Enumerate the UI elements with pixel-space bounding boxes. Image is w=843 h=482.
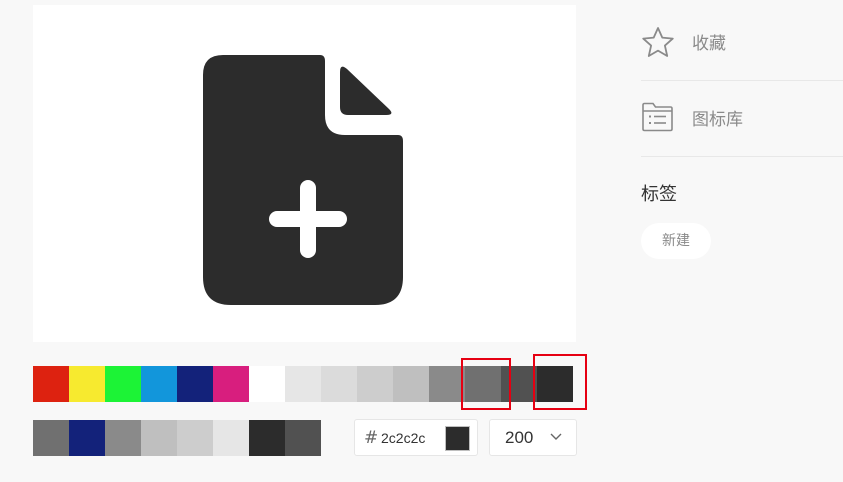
icon-library-item[interactable]: 图标库 [641,81,843,157]
recent-colors [33,420,321,456]
color-swatch[interactable] [141,366,177,402]
tags-heading: 标签 [641,184,677,205]
size-select[interactable]: 200 [489,419,577,456]
size-value: 200 [505,428,534,447]
color-swatch[interactable] [501,366,537,402]
folder-list-icon [642,102,673,132]
recent-color-swatch[interactable] [105,420,141,456]
star-icon [642,27,674,57]
current-color-swatch[interactable] [445,426,470,451]
favorite-item[interactable]: 收藏 [641,5,843,81]
recent-color-swatch[interactable] [33,420,69,456]
recent-color-swatch[interactable] [249,420,285,456]
color-swatch[interactable] [105,366,141,402]
file-add-icon [203,55,403,305]
hash-symbol: # [364,428,379,448]
color-swatch[interactable] [393,366,429,402]
recent-color-swatch[interactable] [177,420,213,456]
icon-library-label: 图标库 [692,110,743,130]
color-swatch[interactable] [429,366,465,402]
color-swatch[interactable] [321,366,357,402]
color-hex-input[interactable]: # 2c2c2c [354,419,478,456]
color-palette [33,366,573,402]
color-swatch[interactable] [177,366,213,402]
chevron-down-icon [550,433,562,440]
color-swatch[interactable] [33,366,69,402]
new-tag-button[interactable]: 新建 [641,223,711,259]
recent-color-swatch[interactable] [141,420,177,456]
color-swatch[interactable] [213,366,249,402]
favorite-label: 收藏 [692,34,726,54]
icon-preview-panel [33,5,576,342]
recent-color-swatch[interactable] [213,420,249,456]
color-swatch[interactable] [537,366,573,402]
color-swatch[interactable] [69,366,105,402]
color-swatch[interactable] [465,366,501,402]
recent-color-swatch[interactable] [285,420,321,456]
recent-color-swatch[interactable] [69,420,105,456]
color-swatch[interactable] [249,366,285,402]
color-swatch[interactable] [285,366,321,402]
icon-editor: # 2c2c2c 200 收藏 图标库 标签 新建 [0,0,843,482]
color-swatch[interactable] [357,366,393,402]
hex-value[interactable]: 2c2c2c [381,428,425,448]
